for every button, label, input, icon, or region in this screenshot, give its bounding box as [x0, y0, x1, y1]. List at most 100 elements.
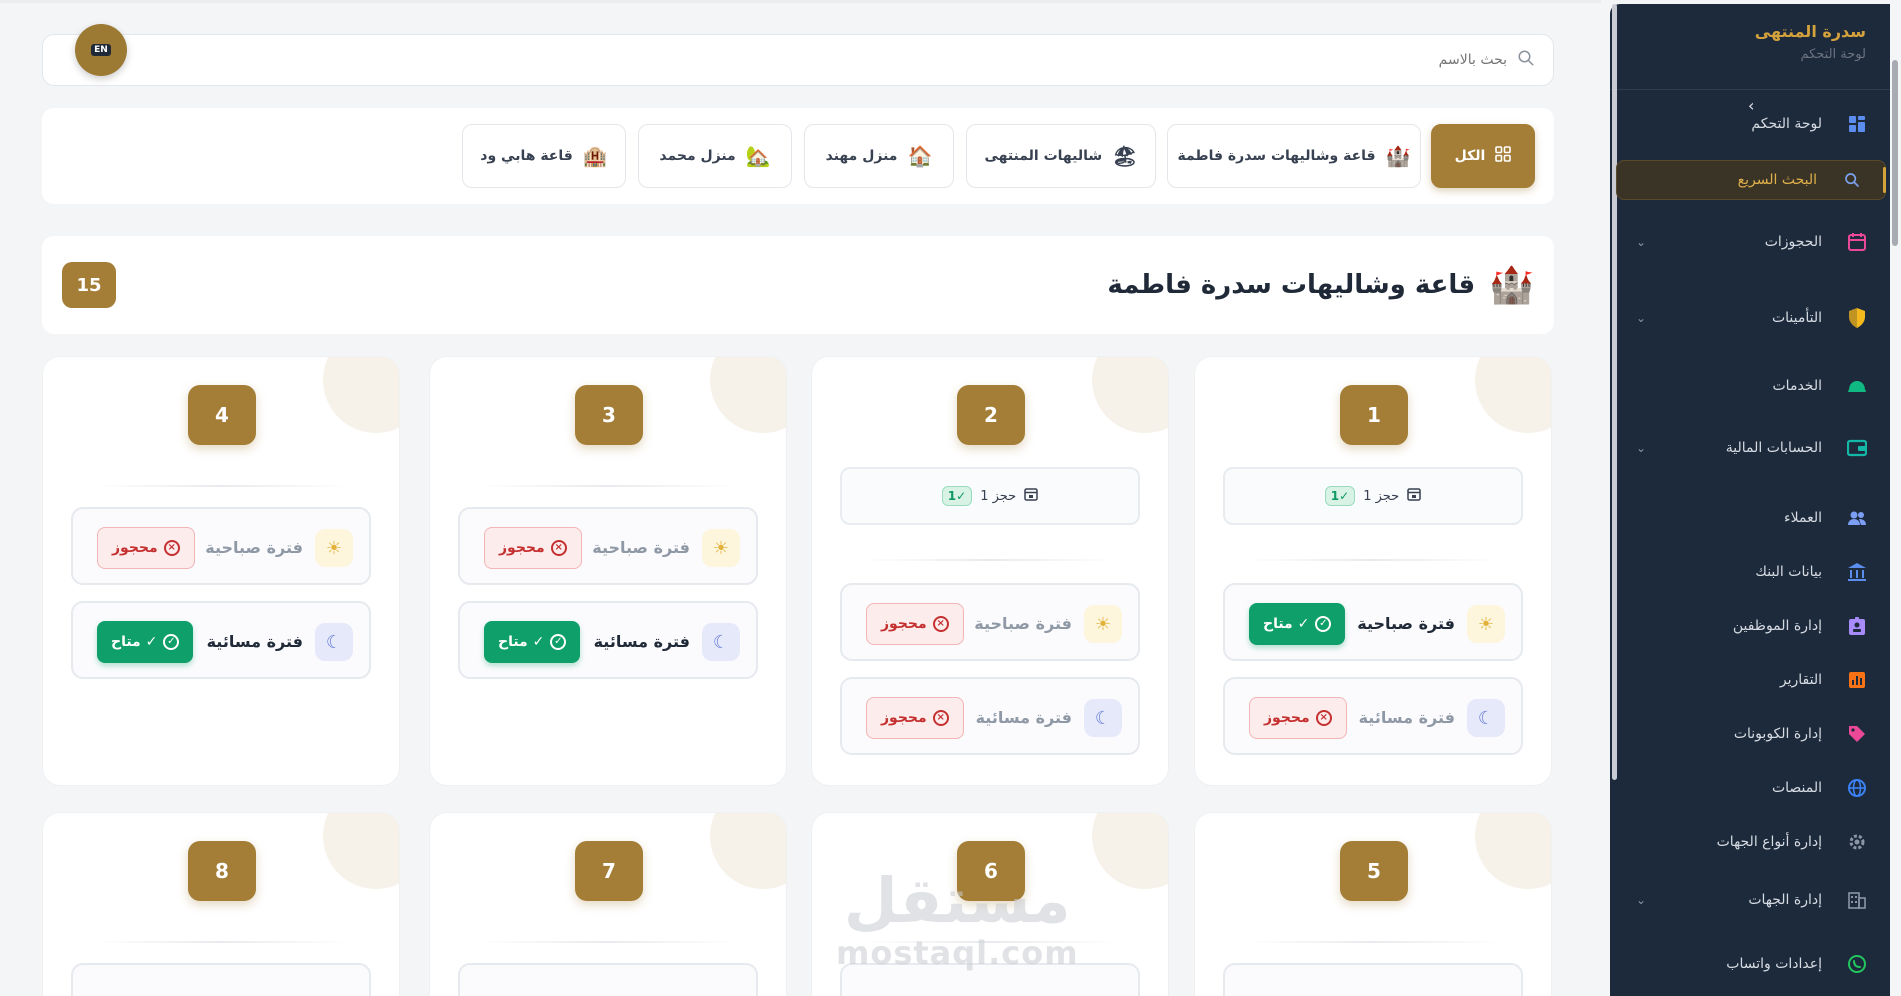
- period-evening[interactable]: ☾ فترة مسائية محجوز ×: [1223, 677, 1523, 755]
- sidebar-item-label: المنصات: [1771, 780, 1822, 796]
- sidebar-item-6[interactable]: العملاء: [1610, 498, 1890, 538]
- brand-title: سدرة المنتهى: [1754, 22, 1866, 41]
- calendar-icon: [1407, 487, 1421, 505]
- search-input[interactable]: [207, 52, 1507, 68]
- unit-number-badge: 2: [957, 385, 1025, 445]
- check-circle-icon: ✓: [1315, 616, 1332, 632]
- unit-card[interactable]: 1 1✓ 1 حجز ☀ فترة صباحية متاح ✓ ✓ ☾ فترة مسائية م…: [1194, 356, 1552, 786]
- divider: [1245, 559, 1501, 561]
- filter-tab-muhannad-house[interactable]: 🏠 منزل مهند: [804, 124, 954, 188]
- sidebar-item-1[interactable]: البحث السريع: [1616, 160, 1886, 200]
- card-decoration: [1092, 813, 1168, 889]
- language-toggle-button[interactable]: EN: [75, 24, 127, 76]
- period-morning[interactable]: ☀ فترة صباحية متاح ✓ ✓: [1223, 583, 1523, 661]
- card-decoration: [1092, 357, 1168, 433]
- castle-icon: 🏰: [1489, 265, 1534, 306]
- chevron-down-icon[interactable]: ⌄: [1636, 235, 1646, 249]
- booked-status-badge: محجوز ×: [866, 697, 964, 739]
- sidebar-item-11[interactable]: المنصات: [1610, 768, 1890, 808]
- chevron-down-icon[interactable]: ⌄: [1636, 311, 1646, 325]
- x-circle-icon: ×: [1315, 710, 1332, 726]
- unit-number-badge: 3: [575, 385, 643, 445]
- sidebar-item-7[interactable]: بيانات البنك: [1610, 552, 1890, 592]
- filter-tab-label: قاعة هابي ود: [480, 148, 573, 164]
- house-icon: 🏠: [907, 144, 933, 168]
- venue-filter-bar: الكل 🏰 قاعة وشاليهات سدرة فاطمة 🏖 شاليها…: [42, 108, 1554, 204]
- period-morning[interactable]: [458, 963, 758, 996]
- check-circle-icon: ✓: [163, 634, 180, 650]
- unit-card[interactable]: 7: [429, 812, 787, 996]
- booking-check-badge: 1✓: [1324, 486, 1356, 506]
- period-evening[interactable]: ☾ فترة مسائية متاح ✓ ✓: [71, 601, 371, 679]
- period-morning[interactable]: [1223, 963, 1523, 996]
- sidebar-item-3[interactable]: التأمينات ⌄: [1610, 298, 1890, 338]
- filter-tab-label: شاليهات المنتهى: [984, 148, 1103, 164]
- card-decoration: [1475, 357, 1551, 433]
- sidebar-item-14[interactable]: إعدادات واتساب: [1610, 944, 1890, 984]
- status-label: متاح ✓: [1263, 616, 1310, 632]
- globe-icon: [1844, 775, 1870, 801]
- filter-tab-happy-wood-hall[interactable]: 🏨 قاعة هابي ود: [462, 124, 626, 188]
- language-label: EN: [91, 44, 111, 56]
- sidebar-item-8[interactable]: إدارة الموظفين: [1610, 606, 1890, 646]
- venue-title: 🏰 قاعة وشاليهات سدرة فاطمة: [1107, 264, 1534, 306]
- moon-icon: ☾: [1467, 699, 1505, 737]
- filter-tab-almuntaha-chalets[interactable]: 🏖 شاليهات المنتهى: [966, 124, 1156, 188]
- divider: [1245, 941, 1501, 943]
- period-evening[interactable]: ☾ فترة مسائية متاح ✓ ✓: [458, 601, 758, 679]
- sidebar-item-10[interactable]: إدارة الكوبونات: [1610, 714, 1890, 754]
- tag-icon: [1844, 721, 1870, 747]
- status-label: محجوز: [499, 540, 545, 556]
- search-icon: [1517, 49, 1535, 71]
- period-label: فترة مسائية: [1358, 708, 1455, 727]
- status-label: متاح ✓: [111, 634, 158, 650]
- sidebar-item-5[interactable]: الحسابات المالية ⌄: [1610, 428, 1890, 468]
- unit-card[interactable]: 8: [42, 812, 400, 996]
- filter-tab-sidra-fatima[interactable]: 🏰 قاعة وشاليهات سدرة فاطمة: [1167, 124, 1421, 188]
- period-label: فترة صباحية: [974, 614, 1072, 633]
- unit-card[interactable]: 2 1✓ 1 حجز ☀ فترة صباحية محجوز × ☾ فترة مسائية مح…: [811, 356, 1169, 786]
- unit-card[interactable]: 3 ☀ فترة صباحية محجوز × ☾ فترة مسائية متاح ✓ ✓: [429, 356, 787, 786]
- period-morning[interactable]: ☀ فترة صباحية محجوز ×: [840, 583, 1140, 661]
- watermark-arabic: مستقل: [843, 864, 1071, 937]
- unit-number-badge: 7: [575, 841, 643, 901]
- beach-icon: 🏖: [1112, 144, 1138, 168]
- sidebar-item-label: إعدادات واتساب: [1726, 956, 1822, 972]
- period-morning[interactable]: ☀ فترة صباحية محجوز ×: [458, 507, 758, 585]
- sidebar-item-13[interactable]: إدارة الجهات ⌄: [1610, 880, 1890, 920]
- filter-tab-all[interactable]: الكل: [1431, 124, 1535, 188]
- booking-count-label: 1 حجز: [1363, 488, 1400, 504]
- status-label: محجوز: [881, 710, 927, 726]
- sidebar-item-2[interactable]: الحجوزات ⌄: [1610, 222, 1890, 262]
- unit-card[interactable]: 5: [1194, 812, 1552, 996]
- chevron-down-icon[interactable]: ⌄: [1636, 893, 1646, 907]
- sun-icon: ☀: [315, 529, 353, 567]
- chevron-down-icon[interactable]: ⌄: [1636, 441, 1646, 455]
- sidebar-item-12[interactable]: إدارة أنواع الجهات: [1610, 822, 1890, 862]
- search-bar[interactable]: [42, 34, 1554, 86]
- available-status-button[interactable]: متاح ✓ ✓: [97, 621, 194, 663]
- period-evening[interactable]: ☾ فترة مسائية محجوز ×: [840, 677, 1140, 755]
- unit-count-badge: 15: [62, 262, 116, 308]
- filter-tab-mohammed-house[interactable]: 🏡 منزل محمد: [638, 124, 792, 188]
- id-badge-icon: [1844, 613, 1870, 639]
- page-scrollbar[interactable]: [1892, 60, 1898, 246]
- sidebar-item-9[interactable]: التقارير: [1610, 660, 1890, 700]
- unit-card[interactable]: 4 ☀ فترة صباحية محجوز × ☾ فترة مسائية متاح ✓ ✓: [42, 356, 400, 786]
- available-status-button[interactable]: متاح ✓ ✓: [1249, 603, 1346, 645]
- filter-tab-label: منزل محمد: [659, 148, 736, 164]
- period-morning[interactable]: [71, 963, 371, 996]
- sidebar-item-4[interactable]: الخدمات: [1610, 366, 1890, 406]
- sidebar-brand: سدرة المنتهى لوحة التحكم: [1610, 4, 1890, 90]
- sidebar-item-0[interactable]: لوحة التحكم: [1610, 104, 1890, 144]
- divider: [480, 941, 736, 943]
- period-label: فترة مسائية: [593, 632, 690, 651]
- x-circle-icon: ×: [550, 540, 567, 556]
- booking-count[interactable]: 1✓ 1 حجز: [840, 467, 1140, 525]
- period-morning[interactable]: ☀ فترة صباحية محجوز ×: [71, 507, 371, 585]
- sidebar-item-label: لوحة التحكم: [1751, 116, 1822, 132]
- sidebar-item-label: إدارة الموظفين: [1732, 618, 1822, 634]
- check-circle-icon: ✓: [550, 634, 567, 650]
- booking-count[interactable]: 1✓ 1 حجز: [1223, 467, 1523, 525]
- available-status-button[interactable]: متاح ✓ ✓: [484, 621, 581, 663]
